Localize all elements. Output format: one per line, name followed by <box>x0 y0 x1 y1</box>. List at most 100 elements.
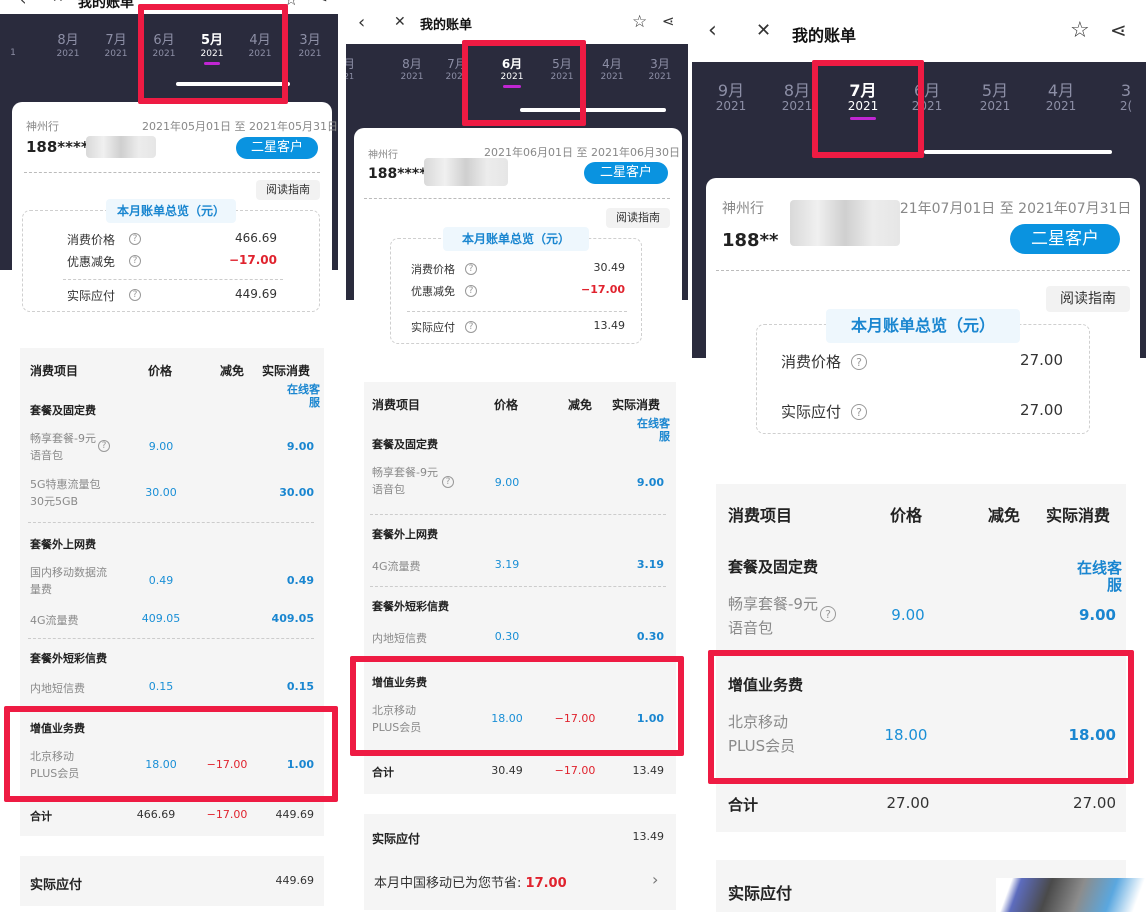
item-actual: 9.00 <box>286 440 314 453</box>
vip-level-badge[interactable]: 二星客户 <box>236 137 318 159</box>
online-service-button[interactable]: 在线客服 <box>286 383 320 409</box>
bill-detail-table: 消费项目 价格 减免 实际消费 在线客服 套餐及固定费 畅享套餐-9元语音包 ?… <box>716 484 1126 832</box>
pay-row: 实际应付 ? 449.69 <box>23 287 319 305</box>
month-tab-3[interactable]: 3 2( <box>1106 81 1146 114</box>
share-icon[interactable]: ⋖ <box>316 0 328 6</box>
final-pay-row: 实际应付 13.49 本月中国移动已为您节省: 17.00 › <box>364 814 676 910</box>
total-label: 合计 <box>30 810 52 823</box>
month-tab-5[interactable]: 5月 2021 <box>540 57 584 82</box>
vip-level-badge[interactable]: 二星客户 <box>1010 224 1120 254</box>
summary-title: 本月账单总览（元） <box>443 227 589 251</box>
reading-guide-button[interactable]: 阅读指南 <box>606 208 670 228</box>
help-icon[interactable]: ? <box>129 289 141 301</box>
month-tab-6[interactable]: 6月 2021 <box>144 33 184 59</box>
header-item: 消费项目 <box>30 364 79 378</box>
help-icon[interactable]: ? <box>465 263 477 275</box>
close-icon[interactable]: ✕ <box>394 14 406 30</box>
bill-detail-table: 消费项目 价格 减免 实际消费 在线客服 套餐及固定费 畅享套餐-9元语音包 ?… <box>364 382 676 794</box>
chevron-right-icon[interactable]: › <box>652 870 658 889</box>
star-icon[interactable]: ☆ <box>632 12 647 32</box>
group-title: 增值业务费 <box>372 676 427 689</box>
back-icon[interactable]: ‹ <box>708 18 717 43</box>
month-tab-8[interactable]: 8月 2021 <box>772 81 822 114</box>
vip-level-badge[interactable]: 二星客户 <box>584 162 668 184</box>
month-tab-7-active[interactable]: 7月 2021 <box>838 81 888 121</box>
month-tab-5-active[interactable]: 5月 2021 <box>192 33 232 66</box>
month-tab-4[interactable]: 4月 2021 <box>590 57 634 82</box>
item-price: 409.05 <box>141 612 181 625</box>
month-tab-9[interactable]: 9月 2021 <box>706 81 756 114</box>
month-tab-9[interactable]: 9月1 <box>0 34 28 58</box>
item-price: 0.30 <box>494 630 520 643</box>
billing-period: 2021年06月01日 至 2021年06月30日 <box>484 146 680 159</box>
month-tab-8[interactable]: 8月 2021 <box>48 33 88 59</box>
share-icon[interactable]: ⋖ <box>1110 18 1127 42</box>
page-title: 我的账单 <box>78 0 134 11</box>
back-icon[interactable]: ‹ <box>358 12 365 33</box>
header-discount: 减免 <box>988 506 1021 525</box>
pay-label: 实际应付 <box>411 321 455 334</box>
share-icon[interactable]: ⋖ <box>662 12 675 30</box>
consume-row: 消费价格 ? 466.69 <box>23 231 319 249</box>
total-actual: 27.00 <box>1073 794 1116 812</box>
help-icon[interactable]: ? <box>851 354 867 370</box>
help-icon[interactable]: ? <box>851 404 867 420</box>
month-scrollbar[interactable] <box>520 108 666 112</box>
item-price: 3.19 <box>494 558 520 571</box>
month-tab-5[interactable]: 5月 2021 <box>970 81 1020 114</box>
item-name: 畅享套餐-9元语音包 <box>372 466 438 496</box>
month-tab-8[interactable]: 8月 2021 <box>390 57 434 82</box>
month-scrollbar[interactable] <box>924 150 1112 154</box>
online-service-button[interactable]: 在线客服 <box>636 417 670 443</box>
bill-panel-june: ‹ ✕ 我的账单 ☆ ⋖ 月 21 8月 2021 7月 2021 6月 2021 5月… <box>346 0 688 912</box>
savings-text: 本月中国移动已为您节省: 17.00 <box>374 872 567 891</box>
top-bar: ‹ ✕ 我的账单 ☆ ⋖ <box>346 0 688 44</box>
header-actual: 实际消费 <box>262 364 311 378</box>
month-tab-7[interactable]: 7月 2021 <box>96 33 136 59</box>
final-pay-value: 13.49 <box>632 830 665 843</box>
header-price: 价格 <box>148 364 173 378</box>
close-icon[interactable]: ✕ <box>52 0 64 6</box>
help-icon[interactable]: ? <box>129 233 141 245</box>
month-tab-4[interactable]: 4月 2021 <box>240 33 280 59</box>
bill-panel-may: ‹ ✕ 我的账单 ☆ ⋖ 9月1 8月2021 7月2021 6月2021 5月… <box>0 0 338 912</box>
help-icon[interactable]: ? <box>820 606 836 622</box>
back-icon[interactable]: ‹ <box>20 0 26 9</box>
item-price: 18.00 <box>884 726 928 744</box>
item-actual: 0.49 <box>286 574 314 587</box>
help-icon[interactable]: ? <box>465 321 477 333</box>
item-price: 30.00 <box>145 486 177 499</box>
star-icon[interactable]: ☆ <box>284 0 298 9</box>
help-icon[interactable]: ? <box>465 285 477 297</box>
item-name: 北京移动PLUS会员 <box>728 713 796 755</box>
consume-row: 消费价格 ? 30.49 <box>391 261 641 279</box>
month-tab-6[interactable]: 6月 2021 <box>902 81 952 114</box>
header-actual: 实际消费 <box>1046 506 1111 525</box>
online-service-button[interactable]: 在线客服 <box>1076 559 1122 595</box>
help-icon[interactable]: ? <box>129 255 141 267</box>
month-tab-7[interactable]: 7月 2021 <box>440 57 474 82</box>
month-scrollbar[interactable] <box>176 82 290 86</box>
item-name: 畅享套餐-9元语音包 <box>728 595 818 637</box>
star-icon[interactable]: ☆ <box>1070 18 1090 43</box>
page-title: 我的账单 <box>420 18 473 33</box>
help-icon[interactable]: ? <box>442 476 454 488</box>
discount-label: 优惠减免 <box>411 285 455 298</box>
reading-guide-button[interactable]: 阅读指南 <box>1046 286 1130 312</box>
close-icon[interactable]: ✕ <box>756 20 771 41</box>
month-tab-3[interactable]: 3月 2021 <box>638 57 682 82</box>
help-icon[interactable]: ? <box>98 440 110 452</box>
pay-value: 27.00 <box>1020 401 1063 419</box>
item-name: 国内移动数据流量费 <box>30 566 107 596</box>
month-tab-4[interactable]: 4月 2021 <box>1036 81 1086 114</box>
group-title: 套餐及固定费 <box>728 558 819 576</box>
month-tab-6-active[interactable]: 6月 2021 <box>490 57 534 89</box>
month-tab-9[interactable]: 月 21 <box>346 57 364 81</box>
reading-guide-button[interactable]: 阅读指南 <box>256 180 320 200</box>
business-hall-label: 神州行 <box>26 120 59 133</box>
item-price: 18.00 <box>145 758 177 771</box>
group-title: 套餐外上网费 <box>372 528 438 541</box>
month-tab-3[interactable]: 3月 2021 <box>288 33 332 59</box>
group-title: 套餐外上网费 <box>30 538 96 551</box>
pay-label: 实际应付 <box>67 289 116 303</box>
